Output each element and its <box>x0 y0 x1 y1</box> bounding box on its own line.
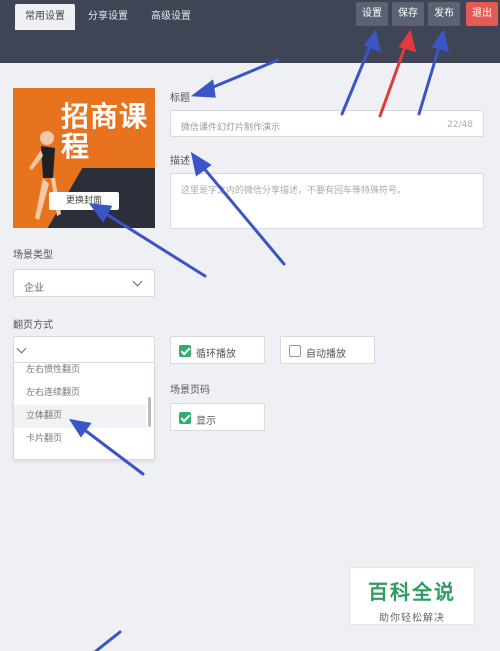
show-page-number-checkbox[interactable]: 显示 <box>170 403 265 431</box>
publish-button[interactable]: 发布 <box>428 2 460 26</box>
scene-page-number-label: 场景页码 <box>170 385 210 396</box>
chevron-down-icon <box>132 276 143 287</box>
title-label: 标题 <box>170 93 190 104</box>
watermark-title: 百科全说 <box>368 580 456 604</box>
top-toolbar <box>0 0 500 33</box>
description-label: 描述 <box>170 156 190 167</box>
cover-title-text: 招商课程 <box>61 100 149 163</box>
scene-type-select[interactable]: 企业 <box>13 269 155 297</box>
auto-play-label: 自动播放 <box>306 349 346 360</box>
checkbox-unchecked-icon <box>289 345 301 357</box>
chevron-down-icon <box>16 343 27 354</box>
watermark-logo: 百科全说 助你轻松解决 <box>349 567 475 625</box>
arrow-head-icon <box>190 151 212 177</box>
description-placeholder: 这里是字之内的微信分享描述，不要有回车等特殊符号。 <box>181 186 407 196</box>
loop-play-label: 循环播放 <box>196 349 236 360</box>
save-button[interactable]: 保存 <box>392 2 424 26</box>
option-inertia-turn[interactable]: 左右惯性翻页 <box>14 363 146 382</box>
arrow-partial-bottom <box>94 630 122 651</box>
scene-type-value: 企业 <box>24 283 44 294</box>
watermark-subtitle: 助你轻松解决 <box>379 613 445 624</box>
change-cover-button[interactable]: 更换封面 <box>49 192 119 210</box>
tab-share-settings[interactable]: 分享设置 <box>88 4 128 30</box>
exit-button[interactable]: 退出 <box>466 2 498 26</box>
tab-bar <box>0 33 500 63</box>
scene-type-label: 场景类型 <box>13 250 53 261</box>
option-continuous-turn[interactable]: 左右连续翻页 <box>14 382 146 405</box>
tab-advanced-settings[interactable]: 高级设置 <box>151 4 191 30</box>
auto-play-checkbox[interactable]: 自动播放 <box>280 336 375 364</box>
arrow-to-title-label <box>204 58 280 92</box>
tab-common-settings[interactable]: 常用设置 <box>15 4 75 30</box>
dropdown-scrollbar[interactable] <box>148 397 151 427</box>
description-textarea[interactable]: 这里是字之内的微信分享描述，不要有回车等特殊符号。 <box>170 173 484 229</box>
show-page-number-label: 显示 <box>196 416 216 427</box>
title-input-value: 微信课件幻灯片制作演示 <box>181 123 281 133</box>
option-card-turn[interactable]: 卡片翻页 <box>14 428 146 451</box>
option-3d-turn[interactable]: 立体翻页 <box>14 405 146 428</box>
title-input[interactable]: 微信课件幻灯片制作演示 22/48 <box>170 110 484 137</box>
checkbox-checked-icon <box>179 412 191 424</box>
arrow-head-icon <box>190 79 216 98</box>
loop-play-checkbox[interactable]: 循环播放 <box>170 336 265 364</box>
page-turn-dropdown: 左右惯性翻页 左右连续翻页 立体翻页 卡片翻页 <box>13 362 155 460</box>
checkbox-checked-icon <box>179 345 191 357</box>
page-turn-label: 翻页方式 <box>13 320 53 331</box>
page-turn-select[interactable] <box>13 336 155 364</box>
settings-button[interactable]: 设置 <box>356 2 388 26</box>
title-char-counter: 22/48 <box>447 120 473 130</box>
